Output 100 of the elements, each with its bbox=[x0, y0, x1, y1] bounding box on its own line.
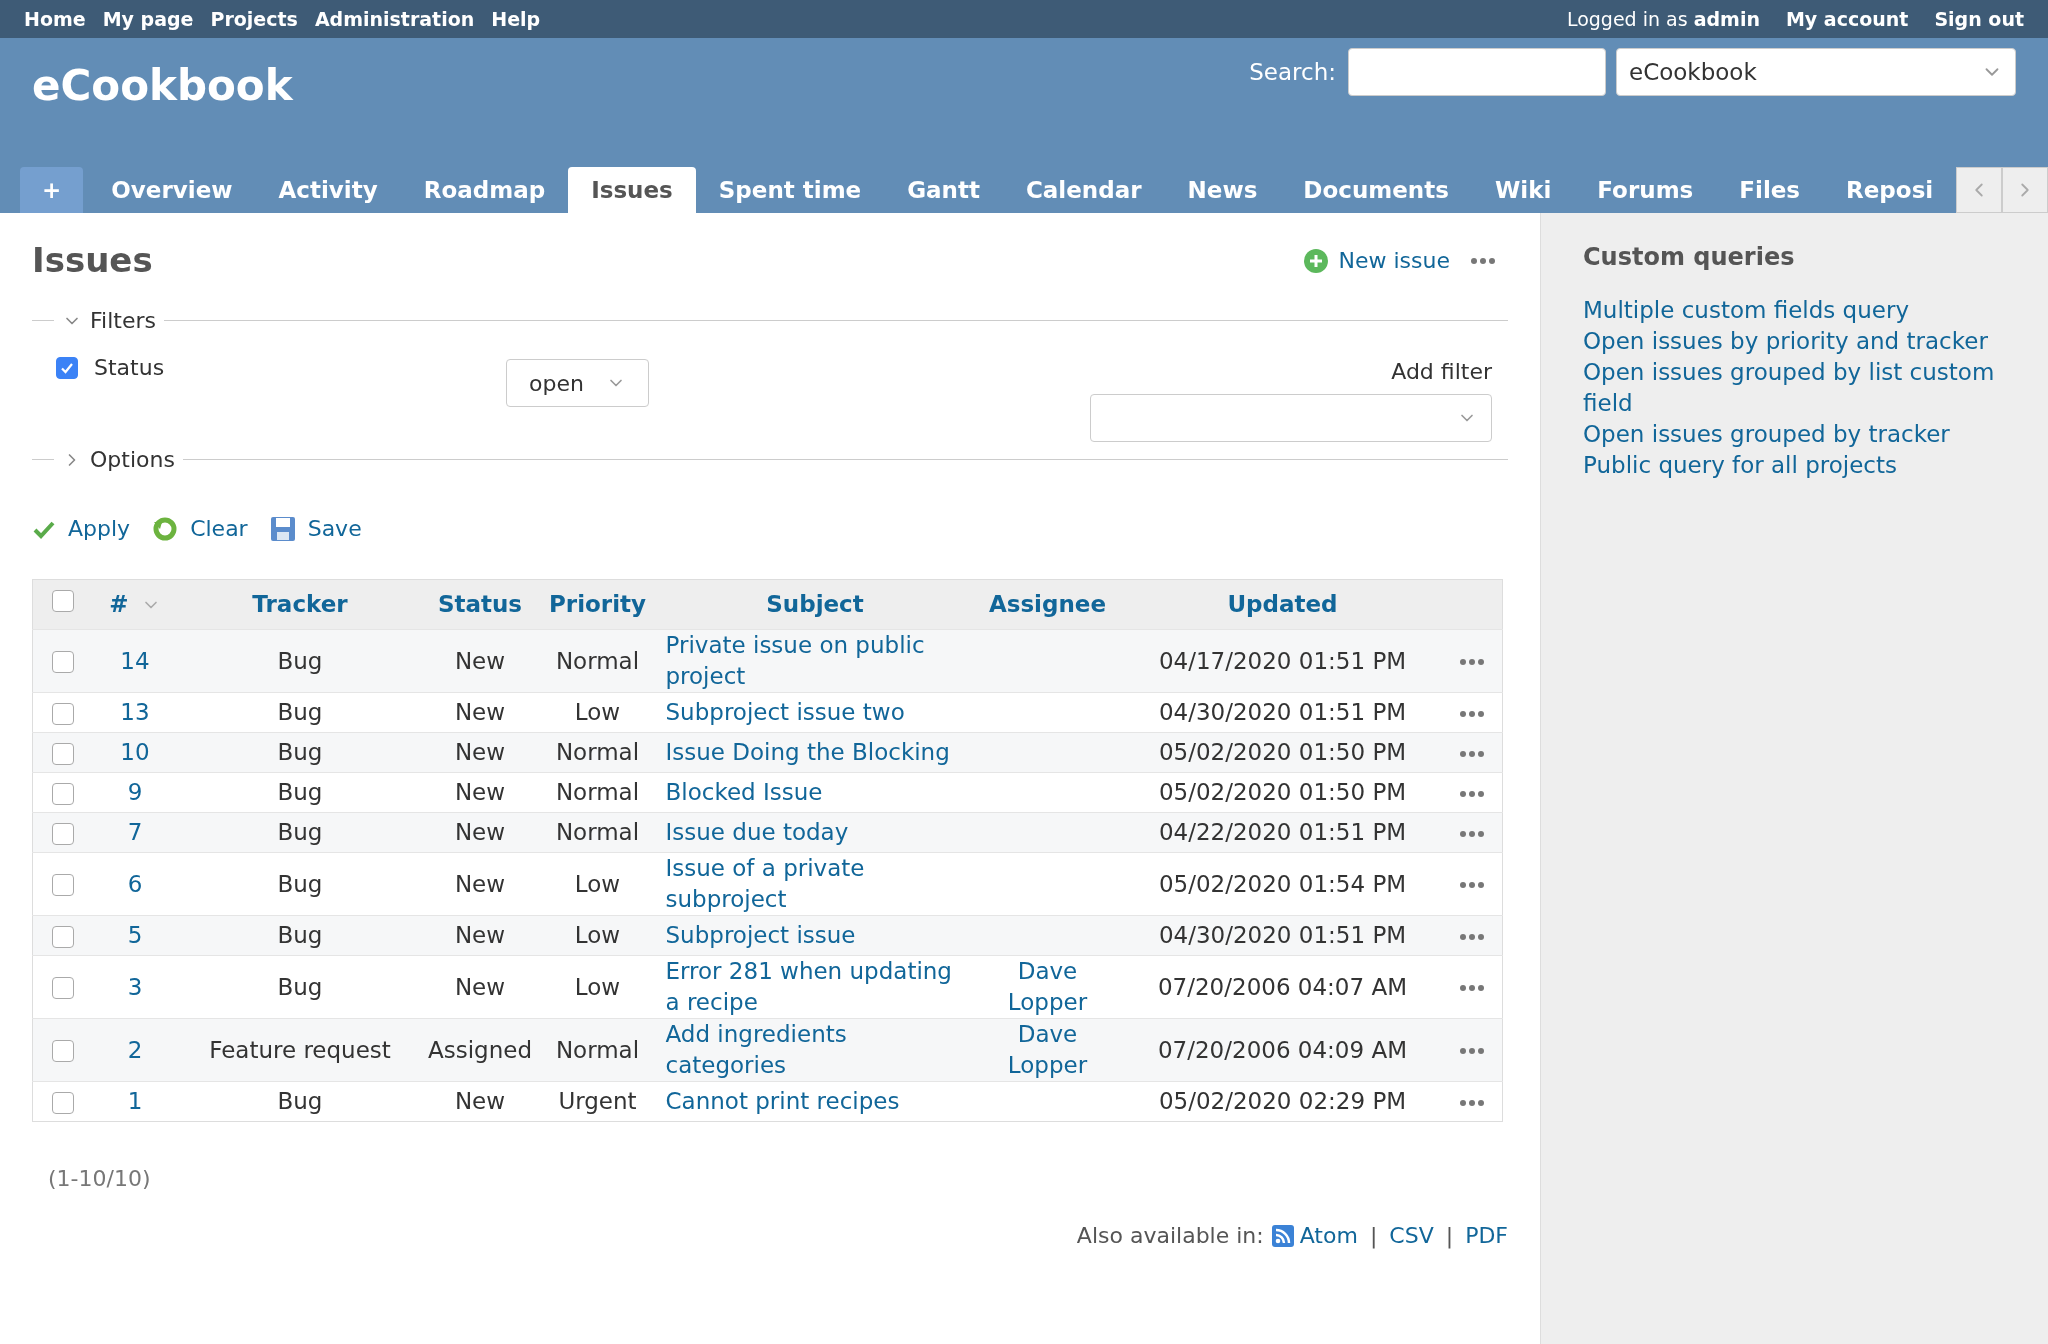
status-cell: New bbox=[454, 819, 506, 845]
export-link[interactable]: Atom bbox=[1271, 1219, 1358, 1252]
column-header[interactable]: Subject bbox=[766, 591, 864, 618]
issue-id-link[interactable]: 6 bbox=[127, 870, 143, 897]
more-icon[interactable] bbox=[1459, 932, 1486, 941]
issue-id-link[interactable]: 7 bbox=[127, 819, 143, 845]
scroll-right-button[interactable] bbox=[2002, 167, 2048, 213]
subject-link[interactable]: Add ingredients categories bbox=[665, 1019, 965, 1081]
search-label: Search: bbox=[1249, 57, 1336, 87]
action-link[interactable]: Apply bbox=[32, 512, 131, 545]
export-link[interactable]: CSV bbox=[1389, 1219, 1434, 1252]
subject-link[interactable]: Subproject issue bbox=[665, 920, 856, 951]
tab[interactable]: Reposi bbox=[1823, 167, 1957, 213]
query-link[interactable]: Open issues by priority and tracker bbox=[1583, 326, 2006, 357]
more-icon[interactable] bbox=[1470, 256, 1496, 265]
row-checkbox[interactable] bbox=[51, 925, 74, 948]
more-icon[interactable] bbox=[1459, 829, 1486, 838]
tab[interactable]: Roadmap bbox=[400, 167, 569, 213]
column-header[interactable]: Updated bbox=[1227, 591, 1338, 618]
more-icon[interactable] bbox=[1459, 1047, 1486, 1055]
row-checkbox[interactable] bbox=[51, 822, 74, 845]
action-link[interactable]: Save bbox=[269, 512, 362, 545]
subject-link[interactable]: Issue due today bbox=[665, 817, 849, 848]
row-checkbox[interactable] bbox=[51, 977, 74, 999]
operator-select[interactable]: open bbox=[506, 359, 649, 407]
subject-link[interactable]: Private issue on public project bbox=[665, 630, 965, 692]
scroll-left-button[interactable] bbox=[1956, 167, 2002, 213]
column-header[interactable]: Status bbox=[437, 591, 523, 618]
top-menu-link[interactable]: My account bbox=[1785, 4, 1909, 34]
assignee-link[interactable]: Dave Lopper bbox=[988, 956, 1107, 1018]
subject-link[interactable]: Error 281 when updating a recipe bbox=[665, 956, 965, 1018]
tab[interactable]: Spent time bbox=[695, 167, 885, 213]
tab[interactable]: Files bbox=[1716, 167, 1824, 213]
more-icon[interactable] bbox=[1459, 709, 1486, 718]
tab[interactable]: Issues bbox=[568, 167, 696, 213]
subject-link[interactable]: Cannot print recipes bbox=[665, 1086, 900, 1117]
priority-cell: Low bbox=[574, 922, 621, 948]
updated-cell: 05/02/2020 02:29 PM bbox=[1158, 1088, 1407, 1114]
tracker-cell: Bug bbox=[277, 973, 323, 1000]
row-checkbox[interactable] bbox=[51, 702, 74, 725]
fieldset-legend[interactable]: Filters bbox=[90, 304, 164, 337]
top-menu-link[interactable]: Projects bbox=[210, 4, 298, 34]
user-link[interactable]: admin bbox=[1693, 7, 1760, 30]
issue-id-link[interactable]: 1 bbox=[127, 1088, 143, 1114]
row-checkbox[interactable] bbox=[51, 742, 74, 765]
tab[interactable]: Forums bbox=[1574, 167, 1717, 213]
fieldset-legend[interactable]: Options bbox=[90, 443, 183, 476]
subject-link[interactable]: Subproject issue two bbox=[665, 697, 905, 728]
more-icon[interactable] bbox=[1459, 881, 1486, 889]
issue-id-link[interactable]: 3 bbox=[127, 973, 143, 1000]
more-icon[interactable] bbox=[1459, 789, 1486, 798]
add-filter-select[interactable] bbox=[1090, 394, 1492, 442]
new-issue-link[interactable]: New issue bbox=[1302, 244, 1450, 277]
issue-id-link[interactable]: 5 bbox=[127, 922, 143, 948]
project-select[interactable]: eCookbook bbox=[1616, 48, 2016, 96]
more-icon[interactable] bbox=[1459, 749, 1486, 758]
subject-link[interactable]: Blocked Issue bbox=[665, 777, 823, 808]
tab[interactable]: Overview bbox=[88, 167, 256, 213]
top-menu-link[interactable]: My page bbox=[102, 4, 194, 34]
more-icon[interactable] bbox=[1459, 658, 1486, 666]
tab[interactable]: Wiki bbox=[1471, 167, 1575, 213]
subject-link[interactable]: Issue Doing the Blocking bbox=[665, 737, 950, 768]
column-header[interactable]: Tracker bbox=[252, 591, 348, 618]
issue-id-link[interactable]: 10 bbox=[120, 739, 150, 765]
top-menu-link[interactable]: Home bbox=[24, 4, 86, 34]
query-link[interactable]: Open issues grouped by list custom field bbox=[1583, 357, 2006, 419]
query-link[interactable]: Open issues grouped by tracker bbox=[1583, 419, 2006, 450]
top-menu-link[interactable]: Administration bbox=[314, 4, 475, 34]
tab[interactable]: News bbox=[1164, 167, 1281, 213]
column-header[interactable]: Assignee bbox=[988, 591, 1107, 618]
action-link[interactable]: Clear bbox=[152, 512, 248, 545]
more-icon[interactable] bbox=[1459, 984, 1486, 992]
priority-cell: Low bbox=[574, 870, 621, 897]
tab[interactable]: Calendar bbox=[1002, 167, 1165, 213]
tab[interactable]: Documents bbox=[1280, 167, 1472, 213]
row-checkbox[interactable] bbox=[51, 782, 74, 805]
row-checkbox[interactable] bbox=[51, 1040, 74, 1062]
export-link[interactable]: PDF bbox=[1465, 1219, 1508, 1252]
row-checkbox[interactable] bbox=[51, 874, 74, 896]
issue-id-link[interactable]: 14 bbox=[120, 647, 150, 674]
search-field[interactable] bbox=[1348, 48, 1606, 96]
more-icon[interactable] bbox=[1459, 1098, 1486, 1107]
assignee-link[interactable]: Dave Lopper bbox=[988, 1019, 1107, 1081]
issue-id-link[interactable]: 2 bbox=[127, 1036, 143, 1063]
issue-id-link[interactable]: 9 bbox=[127, 779, 143, 805]
issue-id-link[interactable]: 13 bbox=[120, 699, 150, 725]
column-header[interactable]: # bbox=[109, 587, 129, 622]
tab[interactable]: Activity bbox=[255, 167, 401, 213]
query-link[interactable]: Multiple custom fields query bbox=[1583, 295, 2006, 326]
top-menu-link[interactable]: Sign out bbox=[1934, 4, 2024, 34]
row-checkbox[interactable] bbox=[51, 651, 74, 673]
column-header[interactable]: Priority bbox=[548, 591, 647, 618]
row-checkbox[interactable] bbox=[51, 1091, 74, 1114]
top-menu-link[interactable]: Help bbox=[491, 4, 541, 34]
tab[interactable]: Gantt bbox=[884, 167, 1003, 213]
filter-checkbox[interactable] bbox=[56, 356, 78, 379]
refresh-icon bbox=[152, 515, 179, 542]
select-all-checkbox[interactable] bbox=[51, 590, 74, 613]
query-link[interactable]: Public query for all projects bbox=[1583, 450, 2006, 481]
subject-link[interactable]: Issue of a private subproject bbox=[665, 853, 965, 915]
